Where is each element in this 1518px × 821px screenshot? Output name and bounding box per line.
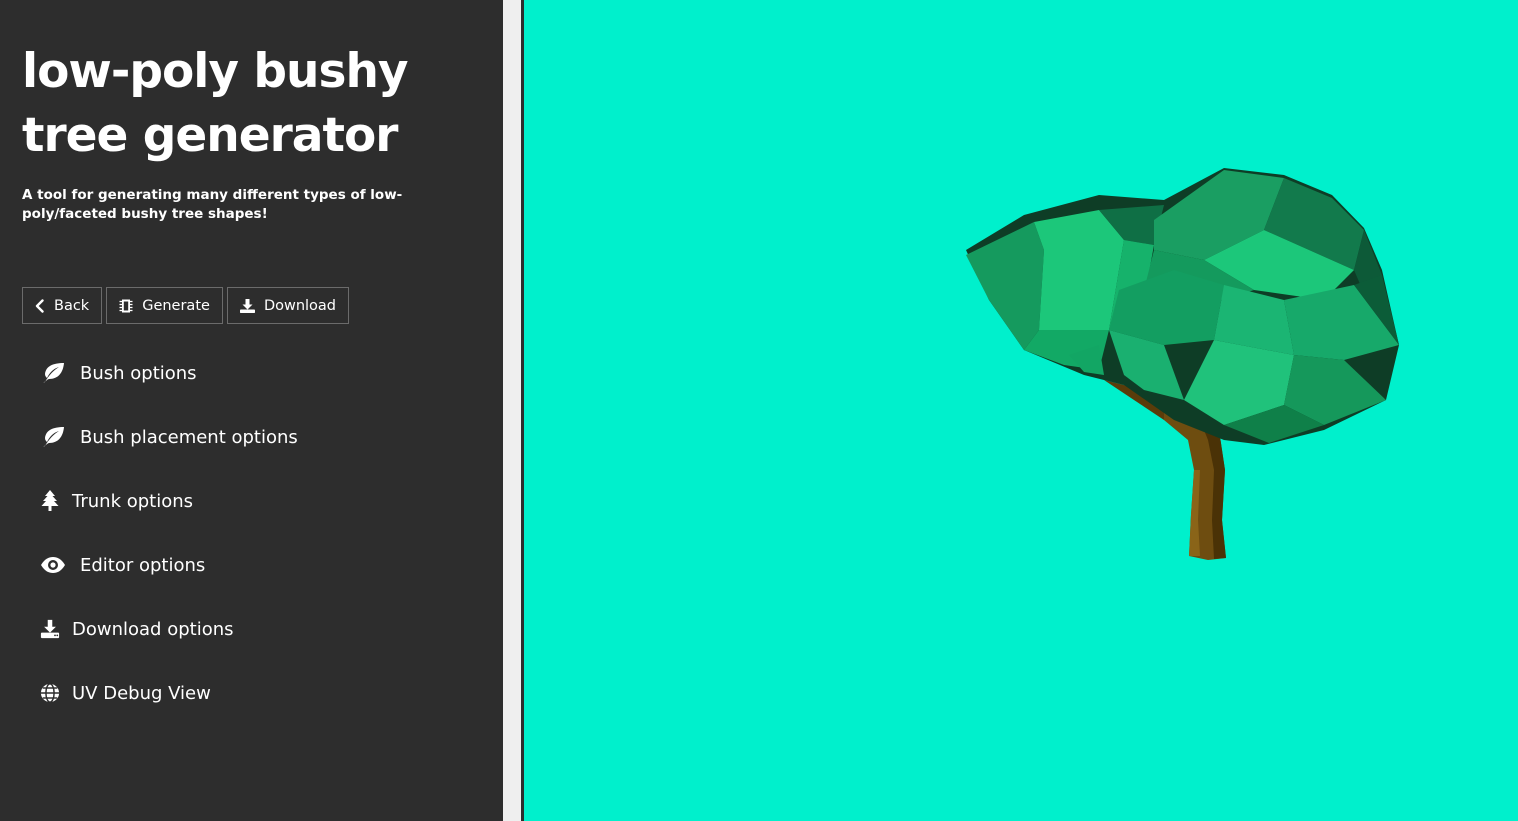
page-title: low-poly bushy tree generator xyxy=(22,44,409,163)
tree-icon xyxy=(40,490,60,512)
menu-item-label: Editor options xyxy=(80,554,206,576)
menu-item-label: Download options xyxy=(72,618,234,640)
download-button[interactable]: Download xyxy=(226,287,350,324)
generate-button[interactable]: Generate xyxy=(106,287,223,324)
back-button[interactable]: Back xyxy=(22,287,103,324)
menu-item-bush-options[interactable]: Bush options xyxy=(40,353,197,393)
menu-item-label: UV Debug View xyxy=(72,682,211,704)
leaf-icon xyxy=(40,362,66,384)
download-button-label: Download xyxy=(263,297,337,314)
page-subtitle: A tool for generating many different typ… xyxy=(22,187,403,222)
tree-foliage xyxy=(966,168,1399,445)
eye-icon xyxy=(40,556,66,574)
globe-icon xyxy=(40,682,60,704)
menu-item-label: Bush placement options xyxy=(80,426,298,448)
download-icon xyxy=(40,618,60,640)
leaf-icon xyxy=(40,426,66,448)
download-icon xyxy=(239,298,256,314)
generate-button-label: Generate xyxy=(142,297,210,314)
3d-viewport[interactable] xyxy=(524,0,1518,821)
chevron-left-icon xyxy=(34,298,46,313)
panel-divider[interactable] xyxy=(503,0,521,821)
tree-model xyxy=(966,168,1399,560)
menu-item-editor-options[interactable]: Editor options xyxy=(40,545,205,585)
back-button-label: Back xyxy=(54,297,90,314)
chip-icon xyxy=(118,298,134,314)
menu-item-label: Bush options xyxy=(80,362,197,384)
menu-item-download-options[interactable]: Download options xyxy=(40,609,234,649)
menu-item-label: Trunk options xyxy=(72,490,194,512)
sidebar: low-poly bushy tree generator A tool for… xyxy=(0,0,503,821)
menu-item-trunk-options[interactable]: Trunk options xyxy=(40,481,193,521)
toolbar: Back Generate Download xyxy=(22,287,350,324)
menu-item-uv-debug-view[interactable]: UV Debug View xyxy=(40,673,211,713)
menu-item-bush-placement-options[interactable]: Bush placement options xyxy=(40,417,298,457)
